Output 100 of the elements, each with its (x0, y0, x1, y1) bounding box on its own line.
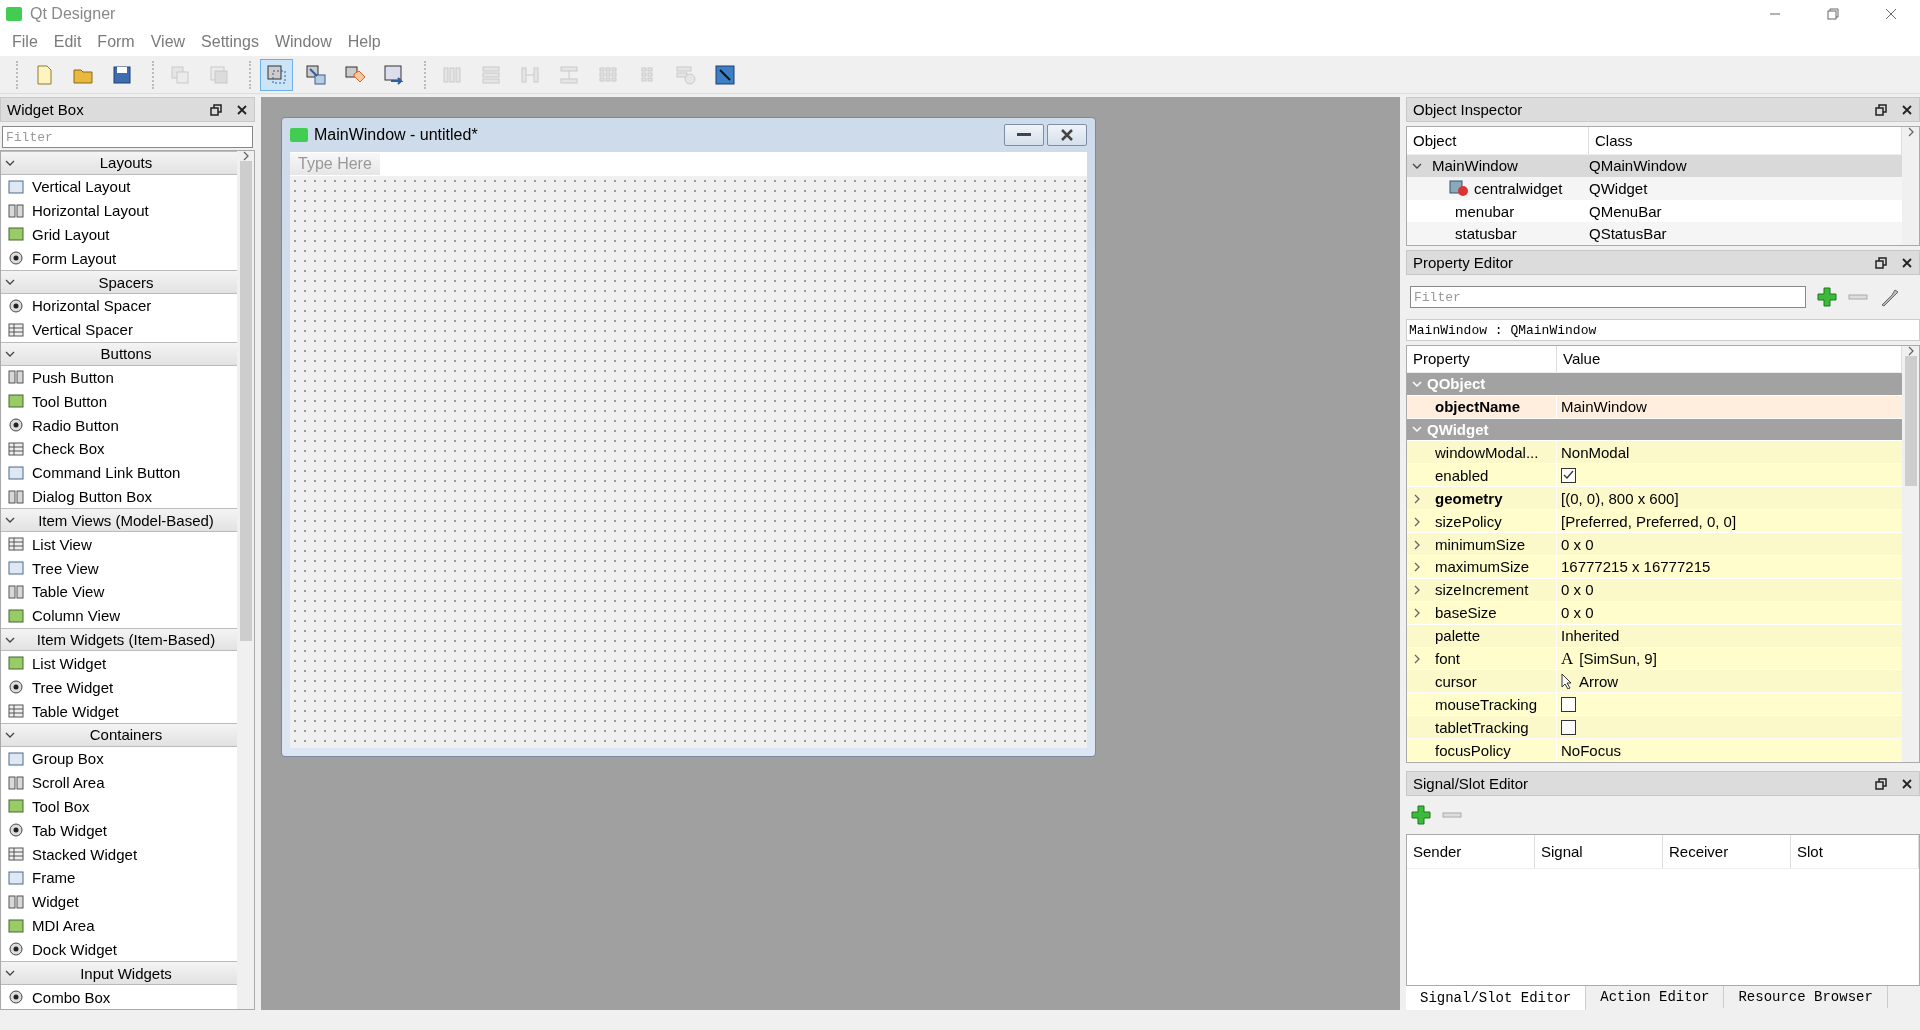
widget-item[interactable]: Tree Widget (1, 675, 237, 700)
menu-item[interactable]: File (4, 33, 46, 51)
widget-item[interactable]: Scroll Area (1, 770, 237, 795)
category-header[interactable]: Item Widgets (Item-Based) (1, 627, 237, 652)
float-icon (1875, 777, 1887, 790)
widget-icon (8, 393, 24, 410)
widget-item[interactable]: List Widget (1, 651, 237, 676)
widget-item[interactable]: Table View (1, 579, 237, 604)
widget-item[interactable]: Tab Widget (1, 818, 237, 843)
float-icon (1875, 256, 1887, 269)
widget-icon (8, 989, 24, 1005)
widget-icon (8, 917, 24, 934)
property-name: windowModal... (1435, 443, 1540, 461)
widget-icon (8, 774, 24, 791)
widget-icon (8, 250, 24, 267)
menu-item[interactable]: Window (266, 33, 340, 51)
category-header[interactable]: Buttons (1, 341, 237, 366)
tree-row[interactable]: statusbar QStatusBar (1407, 222, 1902, 245)
property-row[interactable]: palette Inherited (1407, 624, 1902, 648)
category-header[interactable]: Layouts (1, 151, 237, 175)
menu-item[interactable]: Settings (193, 33, 267, 51)
widget-icon (8, 536, 24, 553)
widget-item[interactable]: Check Box (1, 437, 237, 461)
column-header[interactable]: Object (1407, 127, 1589, 154)
widget-item[interactable]: Tool Button (1, 389, 237, 414)
property-row[interactable]: mouseTracking (1407, 693, 1902, 717)
scrollbar-thumb[interactable] (1904, 356, 1917, 486)
dock-title: Property Editor (1413, 254, 1515, 271)
widget-item[interactable]: Form Layout (1, 246, 237, 271)
widget-item[interactable]: MDI Area (1, 913, 237, 938)
float-icon (1875, 103, 1887, 116)
widget-item[interactable]: Tool Box (1, 794, 237, 819)
remove-icon (1442, 812, 1462, 818)
widget-item[interactable]: Stacked Widget (1, 842, 237, 866)
column-header[interactable]: Receiver (1663, 835, 1791, 868)
menu-item[interactable]: Form (89, 33, 143, 51)
menu-item[interactable]: Edit (45, 33, 90, 51)
property-name: maximumSize (1435, 558, 1531, 576)
widget-item[interactable]: Radio Button (1, 413, 237, 437)
column-header[interactable]: Signal (1535, 835, 1663, 868)
widget-item[interactable]: Table Widget (1, 699, 237, 723)
widget-item[interactable]: Group Box (1, 746, 237, 771)
property-value: Arrow (1579, 672, 1619, 690)
widget-icon (8, 679, 24, 696)
widget-item[interactable]: Widget (1, 889, 237, 914)
checkbox[interactable] (1561, 719, 1576, 735)
widget-item[interactable]: Horizontal Spacer (1, 294, 237, 318)
window-title: Qt Designer (30, 5, 116, 23)
widget-item[interactable]: Vertical Spacer (1, 317, 237, 342)
category-header[interactable]: Spacers (1, 270, 237, 294)
filter-field[interactable]: Filter (1410, 286, 1806, 308)
widget-item[interactable]: Column View (1, 603, 237, 628)
property-row[interactable]: enabled (1407, 464, 1902, 488)
property-row[interactable]: objectName MainWindow (1407, 395, 1902, 419)
property-row[interactable]: focusPolicy NoFocus (1407, 739, 1902, 763)
property-value: Inherited (1561, 627, 1620, 645)
widget-icon (8, 941, 24, 958)
widget-item[interactable]: Frame (1, 865, 237, 890)
widget-item[interactable]: List View (1, 532, 237, 557)
close-button[interactable] (1047, 124, 1087, 146)
widget-item[interactable]: Grid Layout (1, 222, 237, 247)
property-row[interactable]: sizeIncrement 0 x 0 (1407, 578, 1902, 602)
column-header[interactable]: Slot (1791, 835, 1919, 868)
widget-icon (8, 798, 24, 815)
chevron-right-icon (1412, 516, 1422, 527)
widget-item[interactable]: Combo Box (1, 985, 237, 1009)
category-header[interactable]: Input Widgets (1, 961, 237, 986)
property-row[interactable]: baseSize 0 x 0 (1407, 601, 1902, 625)
checkbox[interactable] (1561, 467, 1576, 483)
widget-item[interactable]: Command Link Button (1, 460, 237, 485)
menu-item[interactable]: View (142, 33, 194, 51)
property-row[interactable]: geometry [(0, 0), 800 x 600] (1407, 487, 1902, 511)
category-header[interactable]: Containers (1, 722, 237, 747)
column-header[interactable]: Sender (1407, 835, 1535, 868)
property-row[interactable]: cursor Arrow (1407, 670, 1902, 694)
property-row[interactable]: tabletTracking (1407, 716, 1902, 740)
menu-item[interactable]: Help (339, 33, 389, 51)
scrollbar-thumb[interactable] (239, 161, 252, 641)
widget-item[interactable]: Push Button (1, 365, 237, 390)
category-header[interactable]: Item Views (Model-Based) (1, 508, 237, 533)
tree-row[interactable]: MainWindow QMainWindow (1407, 154, 1902, 178)
property-row[interactable]: windowModal... NonModal (1407, 441, 1902, 465)
property-name: cursor (1435, 672, 1478, 690)
column-header[interactable]: Property (1407, 346, 1557, 372)
widget-item[interactable]: Tree View (1, 556, 237, 580)
widget-item[interactable]: Vertical Layout (1, 174, 237, 199)
property-row[interactable]: minimumSize 0 x 0 (1407, 533, 1902, 556)
tab[interactable]: Signal/Slot Editor (1406, 986, 1587, 1010)
widget-item[interactable]: Horizontal Layout (1, 198, 237, 223)
tree-row[interactable]: centralwidget QWidget (1407, 177, 1902, 200)
minimize-button[interactable] (1004, 124, 1044, 146)
chevron-right-icon (1412, 654, 1422, 665)
widget-item[interactable]: Dock Widget (1, 937, 237, 962)
checkbox[interactable] (1561, 696, 1576, 712)
close-icon (1901, 103, 1913, 116)
filter-field[interactable]: Filter (2, 126, 253, 148)
property-row[interactable]: maximumSize 16777215 x 16777215 (1407, 555, 1902, 579)
property-row[interactable]: font A [SimSun, 9] (1407, 647, 1902, 671)
widget-item[interactable]: Dialog Button Box (1, 484, 237, 509)
property-row[interactable]: sizePolicy [Preferred, Preferred, 0, 0] (1407, 510, 1902, 534)
